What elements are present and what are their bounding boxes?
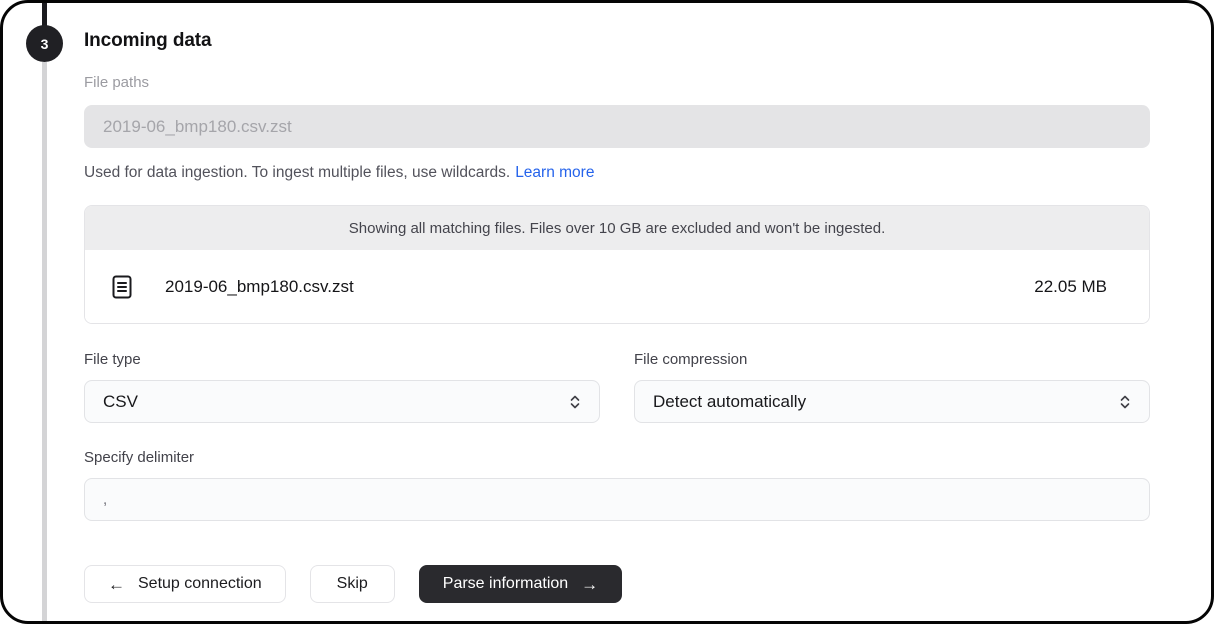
action-buttons: ← Setup connection Skip Parse informatio… [84, 565, 1150, 603]
setup-connection-label: Setup connection [138, 575, 262, 593]
parse-information-button[interactable]: Parse information → [419, 565, 622, 603]
file-type-field: File type CSV [84, 350, 600, 423]
file-row: 2019-06_bmp180.csv.zst 22.05 MB [85, 250, 1149, 323]
delimiter-label: Specify delimiter [84, 448, 1150, 467]
file-paths-label: File paths [84, 73, 1150, 92]
step-content: Incoming data File paths Used for data i… [84, 3, 1150, 603]
matching-files-panel: Showing all matching files. Files over 1… [84, 205, 1150, 324]
timeline-connector-bottom [42, 62, 47, 621]
step-title: Incoming data [84, 29, 1150, 53]
file-type-selected-value: CSV [103, 392, 138, 412]
file-document-icon [111, 275, 133, 299]
skip-label: Skip [337, 575, 368, 593]
delimiter-input[interactable] [84, 478, 1150, 521]
skip-button[interactable]: Skip [310, 565, 395, 603]
arrow-left-icon: ← [108, 576, 125, 593]
parse-information-label: Parse information [443, 575, 568, 593]
setup-connection-button[interactable]: ← Setup connection [84, 565, 286, 603]
file-type-select[interactable]: CSV [84, 380, 600, 423]
incoming-data-step-panel: 3 Incoming data File paths Used for data… [0, 0, 1214, 624]
step-number: 3 [41, 36, 49, 52]
file-compression-label: File compression [634, 350, 1150, 369]
file-paths-helper: Used for data ingestion. To ingest multi… [84, 163, 1150, 183]
file-type-label: File type [84, 350, 600, 369]
file-compression-selected-value: Detect automatically [653, 392, 806, 412]
learn-more-link[interactable]: Learn more [515, 164, 594, 181]
step-number-badge: 3 [26, 25, 63, 62]
matching-files-banner: Showing all matching files. Files over 1… [85, 206, 1149, 250]
arrow-right-icon: → [581, 576, 598, 593]
file-size: 22.05 MB [1034, 277, 1107, 297]
helper-text: Used for data ingestion. To ingest multi… [84, 164, 510, 181]
chevron-up-down-icon [1117, 394, 1133, 410]
format-settings-row: File type CSV File compression Detect au… [84, 350, 1150, 423]
file-name: 2019-06_bmp180.csv.zst [165, 277, 354, 297]
file-compression-select[interactable]: Detect automatically [634, 380, 1150, 423]
chevron-up-down-icon [567, 394, 583, 410]
file-compression-field: File compression Detect automatically [634, 350, 1150, 423]
file-paths-input [84, 105, 1150, 148]
